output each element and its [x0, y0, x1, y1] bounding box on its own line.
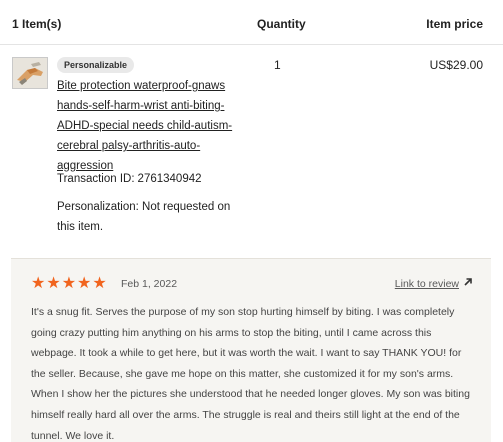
link-to-review[interactable]: Link to review: [395, 278, 459, 290]
star-icon: ★: [61, 275, 78, 292]
item-price-header: Item price: [426, 17, 483, 31]
star-icon: ★: [46, 275, 62, 292]
personalization-note: Personalization: Not requested on this i…: [57, 201, 231, 233]
star-icon: ★: [31, 275, 47, 292]
transaction-id: Transaction ID: 2761340942: [57, 173, 202, 185]
item-quantity: 1: [274, 58, 281, 72]
review-text: It's a snug fit. Serves the purpose of m…: [31, 306, 470, 442]
order-item-page: 1 Item(s) Quantity Item price Personaliz…: [0, 0, 503, 442]
items-table-header: 1 Item(s) Quantity Item price: [0, 0, 503, 45]
star-rating: ★★★★★: [31, 276, 108, 292]
arrow-up-right-icon[interactable]: [463, 277, 473, 287]
personalizable-badge: Personalizable: [57, 57, 135, 73]
items-count-header: 1 Item(s): [12, 17, 62, 31]
star-icon: ★: [77, 275, 93, 292]
review-date: Feb 1, 2022: [121, 278, 178, 290]
product-thumbnail-icon: [13, 58, 47, 88]
quantity-header: Quantity: [257, 17, 306, 31]
transaction-id-label: Transaction ID:: [57, 173, 135, 185]
star-icon: ★: [92, 275, 108, 292]
review-card: ★★★★★ Feb 1, 2022 Link to review It's a …: [11, 258, 491, 442]
item-price: US$29.00: [429, 58, 483, 72]
product-title-link[interactable]: Bite protection waterproof-gnaws hands-s…: [57, 76, 242, 176]
transaction-id-value: 2761340942: [137, 173, 202, 185]
product-thumbnail[interactable]: [12, 57, 48, 89]
